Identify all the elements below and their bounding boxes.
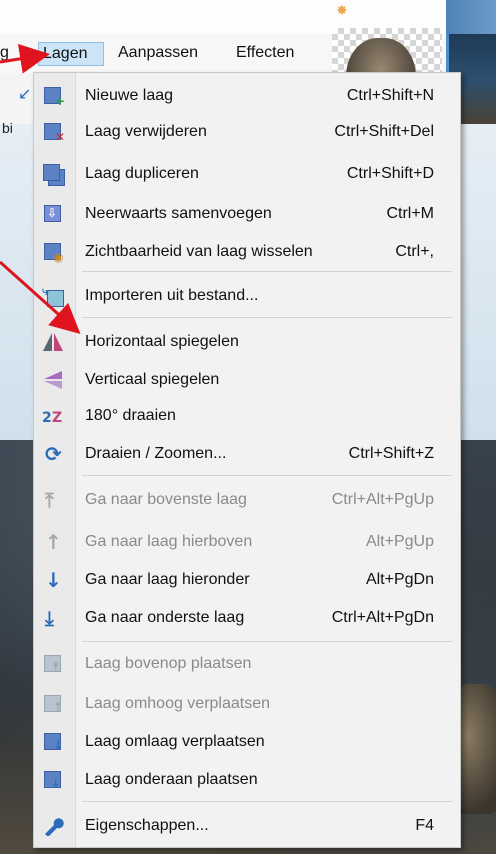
annotation-arrow-lagen [0, 43, 50, 74]
annotation-arrow-horizontal-flip [0, 260, 81, 335]
annotation-overlay [0, 43, 81, 335]
